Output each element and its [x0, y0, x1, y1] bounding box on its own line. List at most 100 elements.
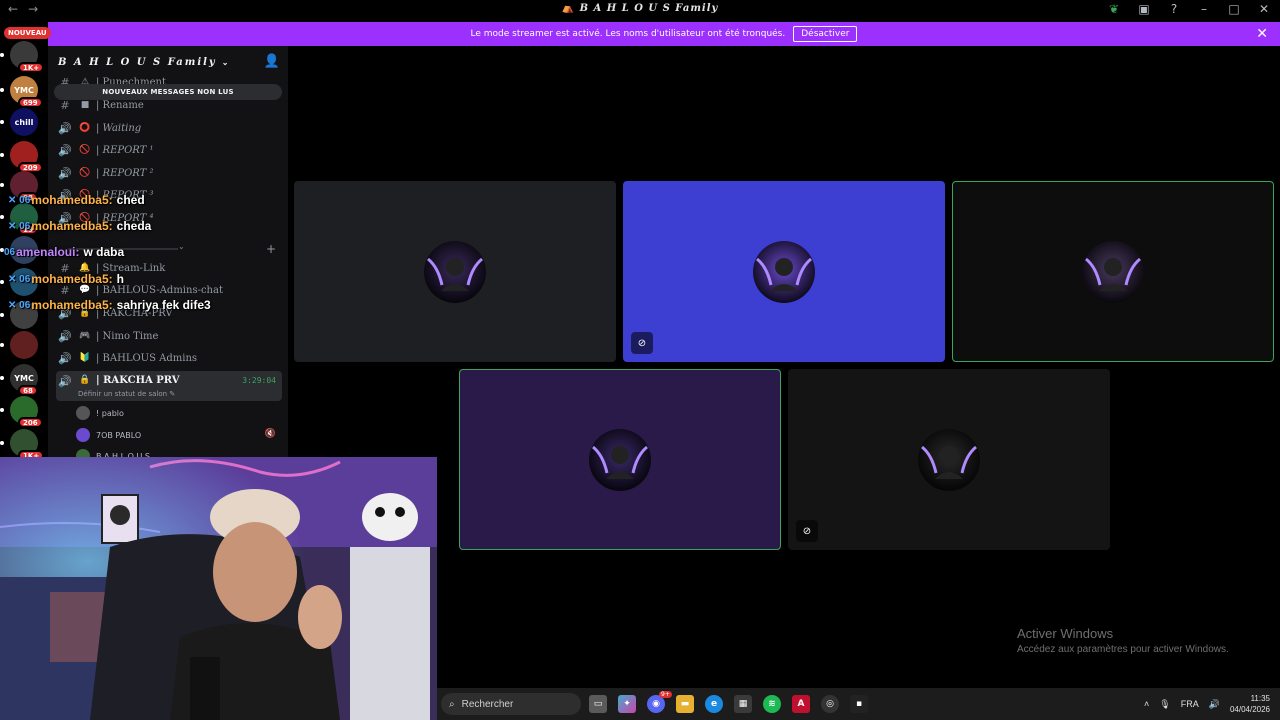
invite-people-icon[interactable]: 👤 [264, 54, 280, 69]
chat-badge: ✕ 06 [8, 220, 31, 232]
channel-emoji-icon: 🚫 [79, 168, 91, 178]
streamer-mode-banner: Le mode streamer est activé. Les noms d'… [48, 22, 1280, 46]
mention-badge: 206 [18, 417, 43, 428]
speaker-icon[interactable]: 🔊 [1209, 699, 1220, 710]
participant-avatar [1082, 240, 1144, 303]
new-badge: NOUVEAU [4, 27, 51, 39]
unread-pip [0, 53, 4, 57]
channel-item[interactable]: 🔊 🚫 | REPORT ² [56, 163, 282, 183]
channel-item[interactable]: 🔊 🔰 | BAHLOUS Admins [56, 348, 282, 368]
unread-pip [0, 88, 4, 92]
search-icon: ⌕ [449, 698, 455, 710]
chat-message: w daba [83, 245, 125, 259]
mention-badge: 699 [18, 97, 43, 108]
unread-pip [0, 215, 4, 219]
minimize-icon[interactable]: – [1196, 2, 1212, 16]
call-timer: 3:29:04 [242, 376, 276, 385]
voice-participant-tile[interactable]: ⊘ [623, 181, 945, 362]
unread-pip [0, 376, 4, 380]
server-icon-label: YMC [14, 85, 34, 95]
watermark-title: Activer Windows [1017, 626, 1114, 641]
muted-deafened-icon: 🔇 [264, 429, 276, 439]
window-title: ⛺ B A H L O U S Family [561, 3, 719, 14]
unread-pip [0, 408, 4, 412]
server-icon[interactable] [10, 331, 38, 359]
voice-participant-tile[interactable] [952, 181, 1274, 362]
file-explorer-icon[interactable]: ▬ [676, 695, 694, 713]
voice-participant-tile[interactable] [459, 369, 781, 550]
server-emoji-icon: ⛺ [561, 3, 580, 14]
taskbar-search[interactable]: ⌕ Rechercher [441, 693, 581, 715]
help-icon[interactable]: ? [1166, 2, 1182, 16]
chat-overlay-line: ✕ 06 mohamedba5: h [8, 271, 124, 287]
chat-username: mohamedba5: [31, 219, 113, 233]
voice-channel-icon: 🔊 [58, 143, 72, 157]
chat-badge: ✕ 06 [8, 273, 31, 285]
channel-emoji-icon: 🚫 [79, 145, 91, 155]
clock[interactable]: 11:35 04/04/2026 [1230, 693, 1270, 715]
member-name: 7OB PABLO [96, 430, 142, 440]
chat-overlay-line: ✕ 06 mohamedba5: cheda [8, 218, 151, 234]
unread-pip [0, 280, 4, 284]
obs-icon[interactable]: ◎ [821, 695, 839, 713]
forward-arrow-icon[interactable]: → [28, 2, 38, 16]
active-voice-channel[interactable]: 🔊 🔒 | RAKCHA PRV 3:29:04 Définir un statut d… [56, 371, 282, 401]
category-chevron-icon[interactable]: ⌄ [178, 242, 185, 251]
participant-avatar [753, 240, 815, 303]
camera-off-icon[interactable]: ⊘ [796, 520, 818, 542]
copilot-icon[interactable]: ✦ [618, 695, 636, 713]
server-icon[interactable]: chill [10, 108, 38, 136]
tray-expand-icon[interactable]: ˄ [1144, 699, 1149, 709]
unread-pip [0, 183, 4, 187]
voice-participant-tile[interactable]: ⊘ [788, 369, 1110, 550]
voice-participant-tile[interactable] [294, 181, 616, 362]
channel-name: | RAKCHA PRV [96, 375, 180, 386]
avatar [76, 449, 90, 457]
server-icon-label: chill [14, 117, 34, 127]
discord-badge: 9+ [659, 691, 672, 698]
participant-avatar [424, 240, 486, 303]
language-indicator[interactable]: FRA [1181, 699, 1199, 709]
channel-emoji-icon: ■ [80, 100, 90, 110]
store-icon[interactable]: ▦ [734, 695, 752, 713]
chat-badge: ✕ 06 [8, 299, 31, 311]
avatar [76, 428, 90, 442]
edge-icon[interactable]: e [705, 695, 723, 713]
server-icon-label: YMC [14, 373, 34, 383]
app-a-icon[interactable]: A [792, 695, 810, 713]
channel-item[interactable]: 🔊 🎮 | Nimo Time [56, 326, 282, 346]
voice-member[interactable]: B A H L O U S [76, 447, 150, 457]
maximize-icon[interactable]: □ [1226, 2, 1242, 16]
chat-badge: ✕ 06 [8, 194, 31, 206]
chat-username: mohamedba5: [31, 272, 113, 286]
spotify-icon[interactable]: ≋ [763, 695, 781, 713]
close-window-icon[interactable]: ✕ [1256, 2, 1272, 16]
voice-member[interactable]: 7OB PABLO [76, 426, 141, 444]
close-icon[interactable]: ✕ [1256, 26, 1268, 42]
webcam-scene [0, 457, 437, 720]
title-bar: ← → ⛺ B A H L O U S Family ❦ ▣ ? – □ ✕ [0, 0, 1280, 21]
voice-channel-icon: 🔊 [58, 166, 72, 180]
channel-status[interactable]: Définir un statut de salon ✎ [78, 390, 175, 398]
channel-item[interactable]: 🔊 🚫 | REPORT ¹ [56, 140, 282, 160]
search-placeholder: Rechercher [461, 698, 514, 710]
voice-member[interactable]: ! pablo [76, 404, 124, 422]
member-name: ! pablo [96, 408, 124, 418]
task-view-icon[interactable]: ▭ [589, 695, 607, 713]
new-unread-messages-pill[interactable]: NOUVEAUX MESSAGES NON LUS [54, 84, 282, 100]
back-arrow-icon[interactable]: ← [8, 2, 18, 16]
leaf-icon[interactable]: ❦ [1106, 2, 1122, 16]
disable-streamer-button[interactable]: Désactiver [793, 26, 858, 42]
inbox-icon[interactable]: ▣ [1136, 2, 1152, 16]
camera-off-icon[interactable]: ⊘ [631, 332, 653, 354]
voice-channel-icon: 🔊 [58, 351, 72, 365]
avatar [76, 406, 90, 420]
streamer-webcam [0, 457, 437, 720]
channel-item[interactable]: 🔊 ⭕ | Waiting [56, 118, 282, 138]
channel-name: | BAHLOUS Admins [96, 352, 198, 364]
chat-username: mohamedba5: [31, 298, 113, 312]
app-extra-icon[interactable]: ▪ [850, 695, 868, 713]
microphone-icon[interactable]: 🎙 [1159, 699, 1170, 710]
text-channel-icon: # [60, 98, 70, 112]
add-channel-icon[interactable]: + [266, 242, 276, 256]
